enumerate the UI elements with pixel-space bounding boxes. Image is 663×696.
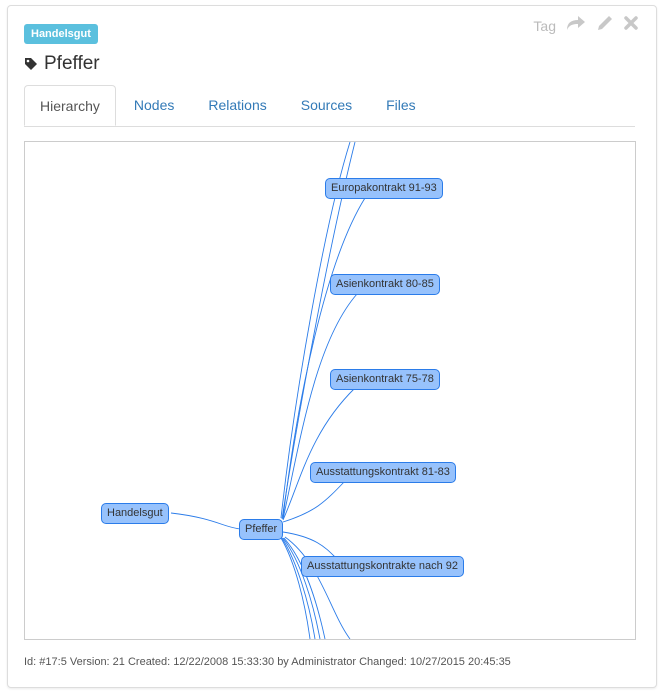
graph-node-pfeffer[interactable]: Pfeffer xyxy=(239,519,284,540)
close-icon[interactable] xyxy=(624,16,638,35)
tab-sources[interactable]: Sources xyxy=(285,85,368,125)
graph-node-asienkontrakt-75-78[interactable]: Asienkontrakt 75-78 xyxy=(330,369,440,390)
share-icon[interactable] xyxy=(566,15,586,36)
graph-node-europakontrakt-91-93[interactable]: Europakontrakt 91-93 xyxy=(325,178,443,199)
tab-relations[interactable]: Relations xyxy=(192,85,282,125)
title-text: Pfeffer xyxy=(44,53,100,74)
edge-pfeffer-offscreen-down-2 xyxy=(281,537,316,639)
edge-pfeffer-asien7578 xyxy=(282,387,356,521)
edge-pfeffer-asien8085 xyxy=(282,293,358,520)
edge-handelsgut-pfeffer xyxy=(170,512,242,530)
toolbar: Tag xyxy=(533,14,638,37)
tag-icon xyxy=(25,58,37,70)
graph-node-ausstattungskontrakt-81-83[interactable]: Ausstattungskontrakt 81-83 xyxy=(310,462,456,483)
edge-pfeffer-ausst92 xyxy=(282,531,336,558)
tag-button[interactable]: Tag xyxy=(533,18,556,34)
graph-node-handelsgut[interactable]: Handelsgut xyxy=(101,503,169,524)
metadata-footer: Id: #17:5 Version: 21 Created: 12/22/200… xyxy=(24,656,511,668)
tab-bar: Hierarchy Nodes Relations Sources Files xyxy=(24,85,635,127)
edge-pfeffer-ausst8183 xyxy=(282,480,346,523)
hierarchy-graph[interactable]: Handelsgut Pfeffer Europakontrakt 91-93 … xyxy=(24,141,636,640)
graph-node-asienkontrakt-80-85[interactable]: Asienkontrakt 80-85 xyxy=(330,274,440,295)
category-badge[interactable]: Handelsgut xyxy=(24,24,98,44)
node-detail-panel: Handelsgut Tag Pfeffer Hierarchy Nodes R… xyxy=(7,5,657,688)
edge-pfeffer-offscreen-down-1 xyxy=(280,537,311,639)
graph-node-ausstattungskontrakte-nach-92[interactable]: Ausstattungskontrakte nach 92 xyxy=(301,556,465,577)
tab-nodes[interactable]: Nodes xyxy=(118,85,190,125)
tab-hierarchy[interactable]: Hierarchy xyxy=(24,85,116,126)
tab-files[interactable]: Files xyxy=(370,85,432,125)
pencil-icon[interactable] xyxy=(596,14,614,37)
page-title: Pfeffer xyxy=(24,53,100,75)
